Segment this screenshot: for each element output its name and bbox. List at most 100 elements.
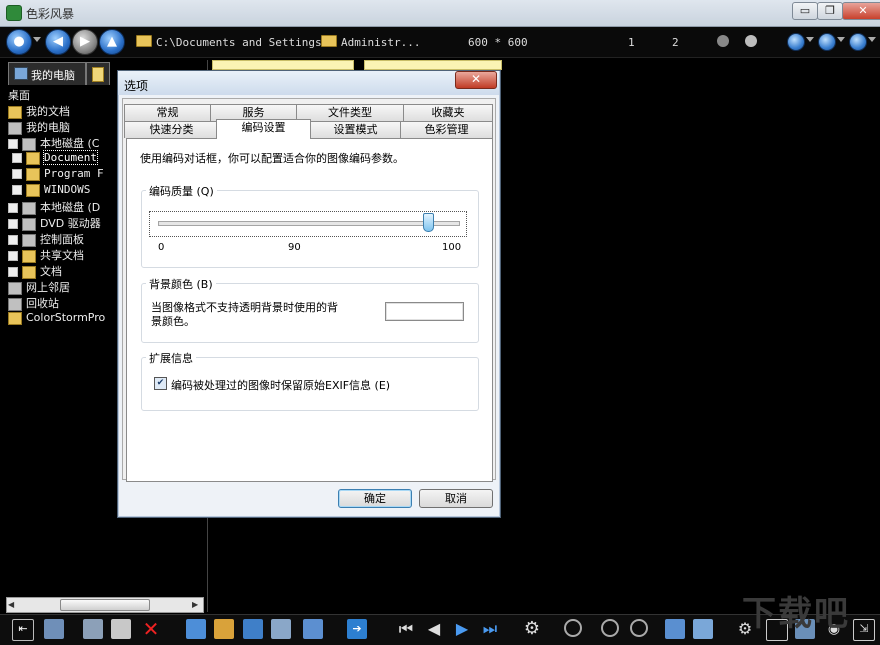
expand-icon[interactable] [12,153,22,163]
background-color-button[interactable] [385,302,464,321]
sort-up-icon[interactable] [787,33,805,51]
chevron-down-icon[interactable] [806,37,814,42]
forward-button[interactable]: ▶ [72,29,98,55]
exit-icon[interactable]: ⇤ [12,619,34,641]
view-icon[interactable] [849,33,867,51]
sort-icon[interactable] [818,33,836,51]
chevron-down-icon[interactable] [868,37,876,42]
tree-item[interactable]: 桌面 [8,87,30,103]
back-button[interactable]: ◀ [45,29,71,55]
tab-quick-sort[interactable]: 快速分类 [124,121,219,138]
tab-color-management[interactable]: 色彩管理 [400,121,493,138]
expand-icon[interactable] [8,235,18,245]
restore-button[interactable]: ❐ [817,2,843,20]
scroll-right-icon[interactable]: ▶ [192,600,198,609]
dialog-title-bar [118,71,499,95]
save-icon[interactable] [83,619,103,639]
zoom-icon[interactable] [564,619,582,637]
up-button[interactable]: ▲ [99,29,125,55]
tree-item[interactable]: 回收站 [8,295,59,311]
first-image-icon[interactable]: ⏮ [396,619,416,639]
folder-icon [26,183,40,197]
tree-item[interactable]: 控制面板 [8,231,84,247]
title-bar [0,0,880,27]
expand-icon[interactable] [8,139,18,149]
thumbnail[interactable] [364,60,502,70]
tree-item-label: 本地磁盘 (C [40,137,100,150]
tree-item[interactable]: 我的电脑 [8,119,70,135]
close-button[interactable]: ✕ [842,2,880,20]
tree-item-label: 网上邻居 [26,281,70,294]
annotate-icon[interactable] [303,619,323,639]
folder-text[interactable]: Administr... [341,36,420,49]
thumbnail[interactable] [212,60,354,70]
expand-icon[interactable] [8,203,18,213]
tree-item[interactable]: 本地磁盘 (C [8,135,99,151]
tree-item-label: 回收站 [26,297,59,310]
exif-checkbox-label[interactable]: 编码被处理过的图像时保留原始EXIF信息 (E) [171,377,390,393]
status-dot-icon[interactable] [745,35,757,47]
gear-icon[interactable]: ⚙ [522,619,542,639]
tree-item[interactable]: 我的文档 [8,103,70,119]
tree-item[interactable]: 共享文档 [8,247,84,263]
expand-icon[interactable] [8,267,18,277]
zoom-in-icon[interactable] [630,619,648,637]
tab-general[interactable]: 常规 [124,104,211,121]
dialog-close-button[interactable]: ✕ [455,71,497,89]
crop-icon[interactable] [186,619,206,639]
actual-size-icon[interactable] [693,619,713,639]
tab-file-types[interactable]: 文件类型 [296,104,404,121]
tree-item-label: 文档 [40,265,62,278]
select-icon[interactable] [243,619,263,639]
expand-icon[interactable] [12,169,22,179]
chart-icon[interactable] [214,619,234,639]
scroll-left-icon[interactable]: ◀ [8,600,14,609]
quality-slider[interactable] [158,221,460,226]
ok-button[interactable]: 确定 [338,489,412,508]
minimize-button[interactable]: ▭ [792,2,818,20]
play-icon[interactable]: ▶ [452,619,472,639]
quality-slider-thumb[interactable] [423,213,434,232]
tab-favorites-dialog[interactable]: 收藏夹 [403,104,493,121]
tree-item-label: 我的文档 [26,105,70,118]
tree-item[interactable]: 本地磁盘 (D [8,199,100,215]
tree-item[interactable]: 网上邻居 [8,279,70,295]
status-dot-icon[interactable] [717,35,729,47]
background-color-text-2: 景颜色。 [151,315,195,328]
globe-icon[interactable]: ● [6,29,32,55]
open-file-icon[interactable] [44,619,64,639]
favorites-icon [92,67,104,82]
cancel-button[interactable]: 取消 [419,489,493,508]
tab-my-computer[interactable]: 我的电脑 [8,62,86,85]
tree-item[interactable]: WINDOWS [12,183,90,197]
path-text[interactable]: C:\Documents and Settings [156,36,322,49]
tree-item[interactable]: ColorStormPro [8,311,105,325]
chevron-down-icon[interactable] [837,37,845,42]
tree-item[interactable]: 文档 [8,263,62,279]
expand-icon[interactable] [8,251,18,261]
tree-item-label: DVD 驱动器 [40,217,101,230]
tab-setting-mode[interactable]: 设置模式 [310,121,401,138]
previous-image-icon[interactable]: ◀ [424,619,444,639]
computer-icon [14,67,28,80]
tree-item[interactable]: Program F [12,167,104,181]
tree-item[interactable]: Document [12,150,98,165]
last-image-icon[interactable]: ⏭ [480,619,500,639]
fit-window-icon[interactable] [665,619,685,639]
resize-icon[interactable]: ⇲ [853,619,875,641]
delete-icon[interactable]: ✕ [141,619,161,639]
tree-item[interactable]: DVD 驱动器 [8,215,101,231]
watermark: 下载吧 [742,594,850,634]
print-icon[interactable] [111,619,131,639]
tab-favorites[interactable] [86,62,110,85]
expand-icon[interactable] [12,185,22,195]
chevron-down-icon[interactable] [33,37,41,42]
scrollbar-thumb[interactable] [60,599,150,611]
export-icon[interactable]: ➔ [347,619,367,639]
edit-icon[interactable] [271,619,291,639]
folder-icon [26,167,40,181]
tab-encoding[interactable]: 编码设置 [216,119,311,139]
exif-checkbox[interactable]: ✔ [154,377,167,390]
expand-icon[interactable] [8,219,18,229]
zoom-out-icon[interactable] [601,619,619,637]
